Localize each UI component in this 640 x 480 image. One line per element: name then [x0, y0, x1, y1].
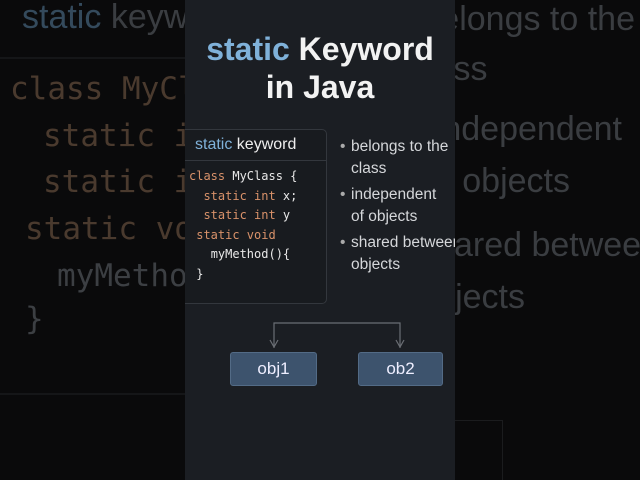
connector-arrows — [269, 322, 405, 349]
bg-code-line: static i — [43, 118, 193, 154]
bg-bullet: independent — [434, 110, 622, 148]
bg-code-line: static i — [43, 164, 193, 200]
bg-code-line: class MyCl — [10, 71, 197, 107]
object-box-ob2: ob2 — [358, 352, 443, 386]
bg-divider — [0, 57, 185, 59]
connector-line — [273, 322, 401, 348]
content-panel: static Keyword in Java static keyword cl… — [185, 0, 455, 480]
bg-frame — [455, 420, 503, 480]
bg-code-line: myMetho — [57, 258, 188, 294]
bg-divider — [0, 393, 185, 395]
bg-code-line: static voi — [25, 211, 212, 247]
object-box-obj1: obj1 — [230, 352, 317, 386]
bg-code-line: } — [25, 301, 44, 337]
